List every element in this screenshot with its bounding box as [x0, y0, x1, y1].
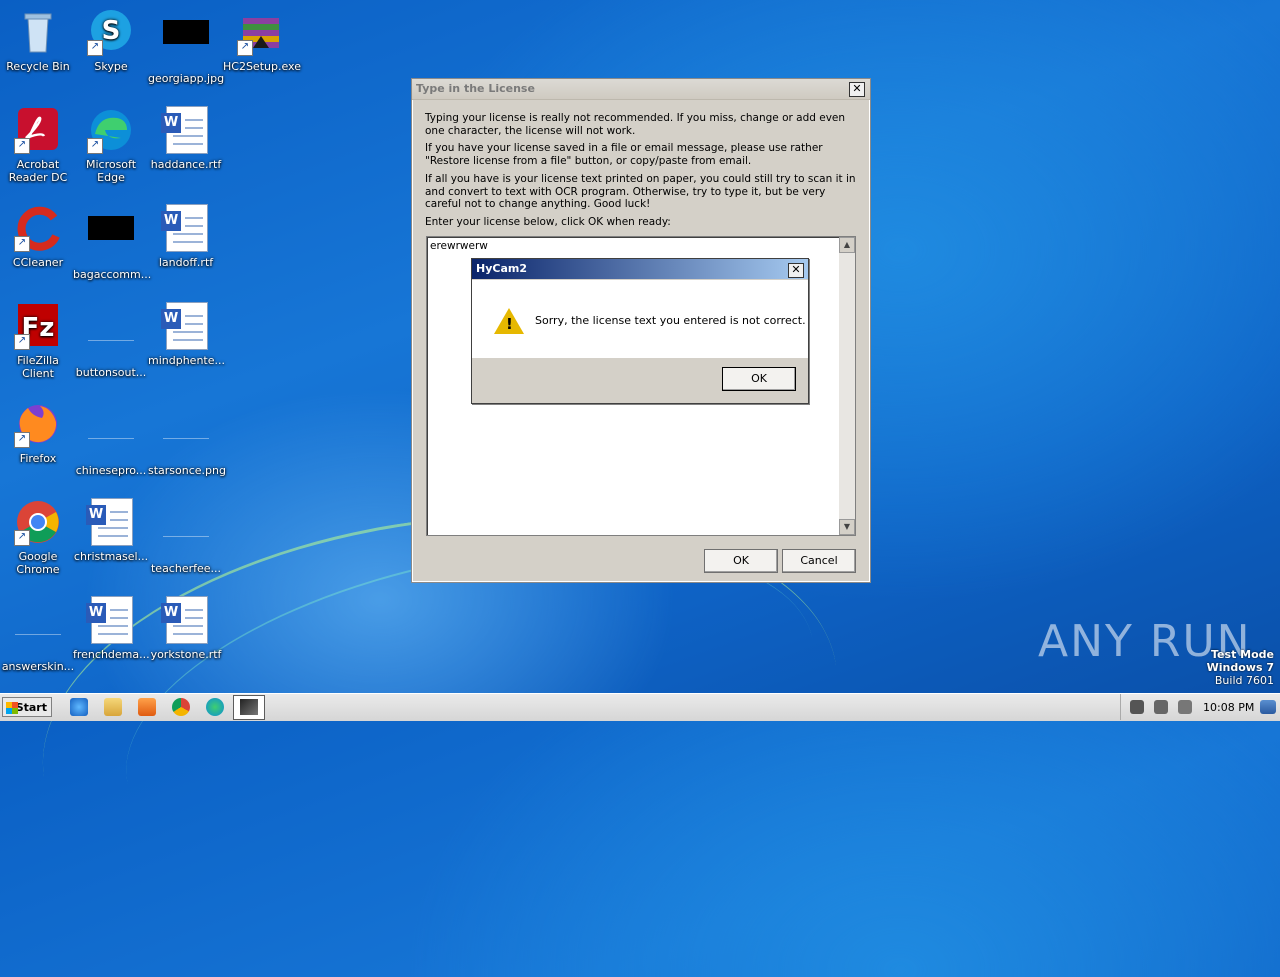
- shortcut-arrow-icon: ↗: [14, 432, 30, 448]
- license-ocr-hint: If all you have is your license text pri…: [425, 173, 856, 210]
- error-dialog: HyCam2 ✕ ! Sorry, the license text you e…: [471, 258, 809, 404]
- clock[interactable]: 10:08 PM: [1203, 701, 1254, 714]
- desktop-icon-answerskin[interactable]: answerskin...: [0, 596, 76, 673]
- license-ok-button[interactable]: OK: [704, 549, 778, 573]
- test-mode-watermark: Test Mode Windows 7 Build 7601: [1206, 648, 1274, 687]
- edge-taskbar-icon[interactable]: [206, 698, 224, 716]
- desktop-icon-yorkstone[interactable]: W yorkstone.rtf: [148, 596, 224, 661]
- word-doc-icon: W: [161, 204, 210, 252]
- shortcut-arrow-icon: ↗: [14, 530, 30, 546]
- taskbar: Start 10:08 PM: [0, 693, 1280, 721]
- network-icon[interactable]: [1154, 700, 1168, 714]
- installer-icon: ↗: [237, 8, 285, 56]
- explorer-folder-icon[interactable]: [104, 698, 122, 716]
- word-doc-icon: W: [161, 596, 210, 644]
- desktop-icon-chinesepro[interactable]: chinesepro...: [73, 400, 149, 477]
- desktop-icon-chrome[interactable]: ↗ Google Chrome: [0, 498, 76, 576]
- tray-divider: [1120, 694, 1123, 720]
- file-icon: [87, 412, 135, 460]
- acrobat-icon: ↗: [14, 106, 62, 154]
- close-icon[interactable]: ✕: [849, 82, 865, 97]
- chrome-taskbar-icon[interactable]: [172, 698, 190, 716]
- desktop-icon-mindphente[interactable]: W mindphente...: [148, 302, 225, 367]
- license-text-value: erewrwerw: [430, 240, 488, 252]
- edge-icon: ↗: [87, 106, 135, 154]
- desktop-icon-buttonsout[interactable]: buttonsout...: [73, 302, 149, 379]
- error-ok-button[interactable]: OK: [722, 367, 796, 391]
- show-desktop-icon[interactable]: [1260, 700, 1276, 714]
- scroll-up-icon[interactable]: ▲: [839, 237, 855, 253]
- file-icon: [87, 314, 135, 362]
- ccleaner-icon: ↗: [14, 204, 62, 252]
- start-button[interactable]: Start: [2, 697, 52, 717]
- license-restore-hint: If you have your license saved in a file…: [425, 142, 823, 167]
- shortcut-arrow-icon: ↗: [14, 236, 30, 252]
- volume-icon[interactable]: [1178, 700, 1192, 714]
- firefox-icon: ↗: [14, 400, 62, 448]
- desktop-icon-hc2setup[interactable]: ↗ HC2Setup.exe: [223, 8, 301, 73]
- file-icon: [14, 608, 62, 656]
- recycle-bin-icon: [14, 8, 62, 56]
- hycam2-taskbar-button[interactable]: [233, 695, 265, 720]
- desktop-icon-firefox[interactable]: ↗ Firefox: [0, 400, 76, 465]
- desktop-icon-ccleaner[interactable]: ↗ CCleaner: [0, 204, 76, 269]
- shortcut-arrow-icon: ↗: [87, 138, 103, 154]
- error-dialog-body: ! Sorry, the license text you entered is…: [472, 280, 808, 358]
- desktop-icon-haddance[interactable]: W haddance.rtf: [148, 106, 224, 171]
- svg-text:S: S: [102, 16, 121, 46]
- license-textarea-scrollbar[interactable]: ▲ ▼: [839, 237, 855, 535]
- shortcut-arrow-icon: ↗: [87, 40, 103, 56]
- shortcut-arrow-icon: ↗: [14, 334, 30, 350]
- desktop-icon-filezilla[interactable]: Fz ↗ FileZilla Client: [0, 302, 76, 380]
- license-warning-text: Typing your license is really not recomm…: [425, 112, 846, 137]
- desktop-icon-recycle-bin[interactable]: Recycle Bin: [0, 8, 76, 73]
- scroll-down-icon[interactable]: ▼: [839, 519, 855, 535]
- word-doc-icon: W: [86, 596, 135, 644]
- desktop-icon-acrobat[interactable]: ↗ Acrobat Reader DC: [0, 106, 76, 184]
- desktop-icon-landoff[interactable]: W landoff.rtf: [148, 204, 224, 269]
- word-doc-icon: W: [86, 498, 135, 546]
- action-center-flag-icon[interactable]: [1130, 700, 1144, 714]
- file-icon: [162, 412, 210, 460]
- filezilla-icon: Fz ↗: [14, 302, 62, 350]
- image-file-icon: [162, 20, 210, 68]
- desktop-icon-skype[interactable]: S ↗ Skype: [73, 8, 149, 73]
- license-instruction: Enter your license below, click OK when …: [425, 216, 671, 228]
- desktop-icon-starsonce[interactable]: starsonce.png: [148, 400, 226, 477]
- desktop-icon-georgiapp[interactable]: georgiapp.jpg: [148, 8, 224, 85]
- license-cancel-button[interactable]: Cancel: [782, 549, 856, 573]
- chrome-icon: ↗: [14, 498, 62, 546]
- desktop-icon-bagaccomm[interactable]: bagaccomm...: [73, 204, 151, 281]
- media-player-icon[interactable]: [138, 698, 156, 716]
- close-icon[interactable]: ✕: [788, 263, 804, 278]
- shortcut-arrow-icon: ↗: [237, 40, 253, 56]
- ie-icon[interactable]: [70, 698, 88, 716]
- hycam2-icon: [240, 699, 258, 715]
- license-window-title: Type in the License: [412, 79, 870, 100]
- windows-logo-icon: [6, 702, 18, 714]
- file-icon: [162, 510, 210, 558]
- shortcut-arrow-icon: ↗: [14, 138, 30, 154]
- warning-icon: !: [494, 308, 524, 334]
- desktop-icon-teacherfee[interactable]: teacherfee...: [148, 498, 224, 575]
- skype-icon: S ↗: [87, 8, 135, 56]
- desktop-icon-edge[interactable]: ↗ Microsoft Edge: [73, 106, 149, 184]
- image-file-icon: [87, 216, 135, 264]
- error-message: Sorry, the license text you entered is n…: [535, 314, 806, 327]
- error-dialog-title: HyCam2: [472, 259, 808, 279]
- word-doc-icon: W: [161, 106, 210, 154]
- desktop-icon-frenchdema[interactable]: W frenchdema...: [73, 596, 150, 661]
- word-doc-icon: W: [161, 302, 210, 350]
- desktop-icon-christmasel[interactable]: W christmasel...: [73, 498, 149, 563]
